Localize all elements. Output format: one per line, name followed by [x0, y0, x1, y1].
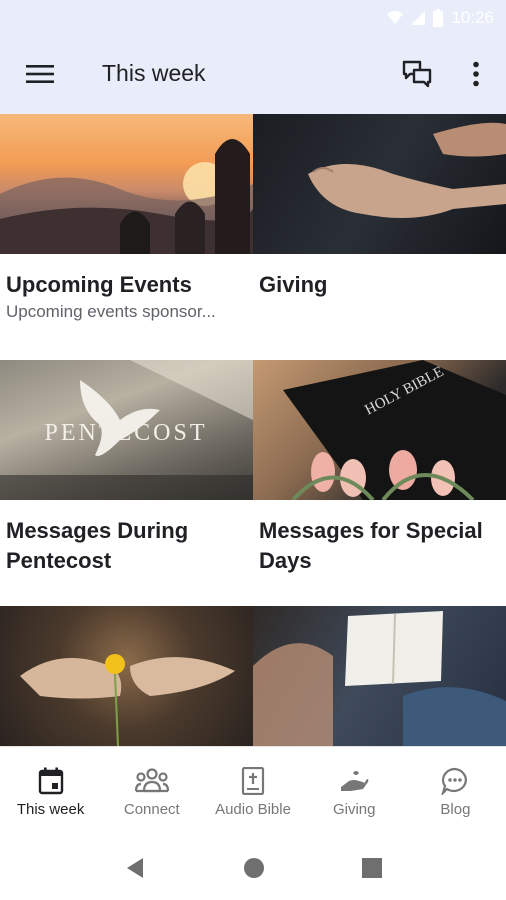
card-image-bible: HOLY BIBLE	[253, 360, 506, 500]
app-bar: This week	[0, 36, 506, 114]
card-special-days[interactable]: HOLY BIBLE Messages for Special Days	[253, 360, 506, 606]
bible-icon	[241, 767, 265, 795]
hamburger-menu-icon	[26, 65, 54, 83]
card-flower[interactable]	[0, 606, 253, 746]
nav-blog[interactable]: Blog	[405, 747, 506, 836]
card-upcoming-events[interactable]: Upcoming Events Upcoming events sponsor.…	[0, 114, 253, 360]
pentecost-image-text: PENTECOST	[44, 420, 207, 446]
signal-icon	[411, 11, 426, 25]
calendar-icon	[38, 767, 63, 795]
nav-label: This week	[16, 801, 85, 818]
card-title: Upcoming Events	[6, 272, 192, 297]
chat-icon	[402, 60, 432, 88]
card-subtitle: Upcoming events sponsor...	[6, 302, 216, 321]
status-icons: 10:26	[387, 8, 494, 28]
card-title: Giving	[259, 272, 328, 297]
wifi-icon	[387, 11, 404, 24]
menu-button[interactable]	[20, 58, 60, 90]
nav-label: Blog	[440, 801, 471, 818]
sunset-illustration	[0, 139, 253, 254]
pentecost-illustration: PENTECOST	[0, 360, 253, 500]
bottom-navigation: This week Connect Audio Bible Giving Blo…	[0, 746, 506, 836]
card-reading[interactable]	[253, 606, 506, 746]
card-image-pentecost: PENTECOST	[0, 360, 253, 500]
reading-illustration	[253, 611, 506, 746]
card-pentecost[interactable]: PENTECOST Messages During Pentecost	[0, 360, 253, 606]
back-icon[interactable]	[123, 856, 147, 880]
flower-illustration	[20, 654, 235, 746]
nav-label: Audio Bible	[215, 801, 291, 818]
status-bar: 10:26	[0, 0, 506, 36]
recents-icon[interactable]	[361, 857, 383, 879]
bible-illustration: HOLY BIBLE	[283, 360, 506, 500]
card-giving[interactable]: Giving	[253, 114, 506, 360]
nav-label: Connect	[123, 801, 180, 818]
content-grid: Upcoming Events Upcoming events sponsor.…	[0, 114, 506, 746]
card-image-sunset	[0, 114, 253, 254]
overflow-menu-button[interactable]	[462, 56, 490, 92]
more-vert-icon	[473, 61, 479, 87]
card-image-reading	[253, 606, 506, 746]
card-title: Messages for Special Days	[259, 518, 483, 573]
system-navigation-bar	[0, 836, 506, 900]
card-title: Messages During Pentecost	[6, 518, 189, 573]
chat-bubble-icon	[441, 767, 468, 795]
people-icon	[134, 768, 169, 793]
nav-audio-bible[interactable]: Audio Bible	[202, 747, 303, 836]
nav-this-week[interactable]: This week	[0, 747, 101, 836]
messages-button[interactable]	[398, 56, 436, 92]
nav-connect[interactable]: Connect	[101, 747, 202, 836]
card-image-hands	[253, 114, 506, 254]
page-title: This week	[102, 60, 206, 86]
card-image-flower	[0, 606, 253, 746]
hands-illustration	[308, 122, 506, 218]
battery-icon	[433, 9, 444, 27]
home-icon[interactable]	[242, 856, 266, 880]
nav-label: Giving	[332, 801, 376, 818]
status-time: 10:26	[451, 8, 494, 27]
nav-giving[interactable]: Giving	[304, 747, 405, 836]
giving-hand-icon	[341, 771, 369, 791]
